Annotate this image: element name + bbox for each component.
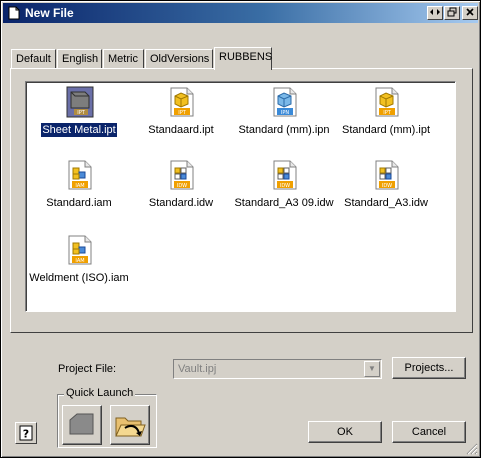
svg-text:IPN: IPN [281, 110, 289, 116]
svg-text:?: ? [23, 428, 29, 441]
file-name: Standard_A3 09.idw [234, 197, 334, 209]
assembly-file-icon: IAM [68, 160, 92, 190]
tab-rubbens[interactable]: RUBBENS [214, 47, 272, 70]
project-file-select[interactable]: Vault.ipj ▼ [173, 359, 382, 379]
file-item-standard-a3-idw[interactable]: IDW Standard_A3.idw [334, 159, 438, 219]
tab-label: Metric [108, 53, 138, 65]
context-help-button[interactable] [427, 6, 443, 20]
file-item-standard-a3-09-idw[interactable]: IDW Standard_A3 09.idw [232, 159, 336, 219]
file-name: Standard (mm).ipt [341, 124, 431, 136]
title-bar[interactable]: New File [3, 3, 478, 23]
tab-label: RUBBENS [219, 51, 273, 63]
open-folder-icon [115, 417, 146, 437]
svg-text:IAM: IAM [75, 258, 84, 264]
projects-button[interactable]: Projects... [392, 357, 466, 379]
template-file-list: IPT Sheet Metal.ipt IPT Standaard.ipt IP… [25, 81, 456, 312]
svg-text:IPT: IPT [178, 110, 186, 116]
file-name: Standaard.ipt [148, 124, 214, 136]
file-item-weldment-iso-iam[interactable]: IAM Weldment (ISO).iam [27, 234, 131, 294]
assembly-file-icon: IAM [68, 235, 92, 265]
restore-button[interactable] [444, 6, 460, 20]
svg-text:IDW: IDW [280, 183, 290, 189]
file-name: Weldment (ISO).iam [29, 272, 129, 284]
project-file-label: Project File: [58, 363, 117, 375]
drawing-file-icon: IDW [170, 160, 194, 190]
tab-default[interactable]: Default [11, 49, 56, 69]
drawing-file-icon: IDW [273, 160, 297, 190]
window-title: New File [25, 6, 74, 20]
file-item-standard-mm-ipt[interactable]: IPT Standard (mm).ipt [334, 86, 438, 146]
arrows-icon [430, 9, 440, 15]
presentation-file-icon: IPN [273, 87, 297, 117]
svg-text:IDW: IDW [177, 183, 187, 189]
file-item-standard-iam[interactable]: IAM Standard.iam [27, 159, 131, 219]
tab-label: OldVersions [150, 53, 210, 65]
svg-text:IAM: IAM [75, 183, 84, 189]
file-item-standaard-ipt[interactable]: IPT Standaard.ipt [129, 86, 233, 146]
sheet-metal-part-icon: IPT [66, 86, 94, 118]
drawing-file-icon: IDW [375, 160, 399, 190]
tab-panel: IPT Sheet Metal.ipt IPT Standaard.ipt IP… [10, 68, 473, 333]
file-name: Standard (mm).ipn [238, 124, 330, 136]
sheet-metal-launch-icon [69, 413, 94, 435]
svg-text:IDW: IDW [382, 183, 392, 189]
file-name: Standard_A3.idw [344, 197, 428, 209]
file-item-standard-idw[interactable]: IDW Standard.idw [129, 159, 233, 219]
file-name: Standard.iam [46, 197, 112, 209]
cancel-button[interactable]: Cancel [392, 421, 466, 443]
part-file-icon: IPT [375, 87, 399, 117]
tab-oldversions[interactable]: OldVersions [145, 49, 213, 69]
project-file-value: Vault.ipj [178, 363, 217, 375]
file-item-standard-mm-ipn[interactable]: IPN Standard (mm).ipn [232, 86, 336, 146]
part-file-icon: IPT [170, 87, 194, 117]
restore-icon [447, 7, 457, 17]
file-item-sheet-metal-ipt[interactable]: IPT Sheet Metal.ipt [27, 86, 131, 146]
tab-english[interactable]: English [57, 49, 102, 69]
tab-metric[interactable]: Metric [103, 49, 144, 69]
quick-launch-group: Quick Launch [57, 387, 157, 448]
quick-launch-label: Quick Launch [64, 387, 136, 399]
close-icon [466, 8, 474, 16]
close-button[interactable] [462, 6, 478, 20]
quick-launch-sheet-metal-button[interactable] [62, 405, 102, 445]
quick-launch-open-button[interactable] [110, 405, 150, 445]
file-name: Sheet Metal.ipt [40, 122, 118, 138]
file-name: Standard.idw [148, 197, 214, 209]
resize-grip-icon[interactable] [466, 443, 478, 455]
svg-text:IPT: IPT [383, 110, 391, 116]
help-icon: ? [19, 425, 33, 441]
tab-label: English [62, 53, 99, 65]
chevron-down-icon[interactable]: ▼ [364, 361, 380, 377]
tab-label: Default [16, 53, 51, 65]
svg-text:IPT: IPT [77, 110, 85, 116]
help-button[interactable]: ? [15, 422, 37, 444]
new-file-dialog: New File Default English Metric OldVersi… [0, 0, 481, 458]
new-file-icon [8, 6, 20, 20]
ok-button[interactable]: OK [308, 421, 382, 443]
